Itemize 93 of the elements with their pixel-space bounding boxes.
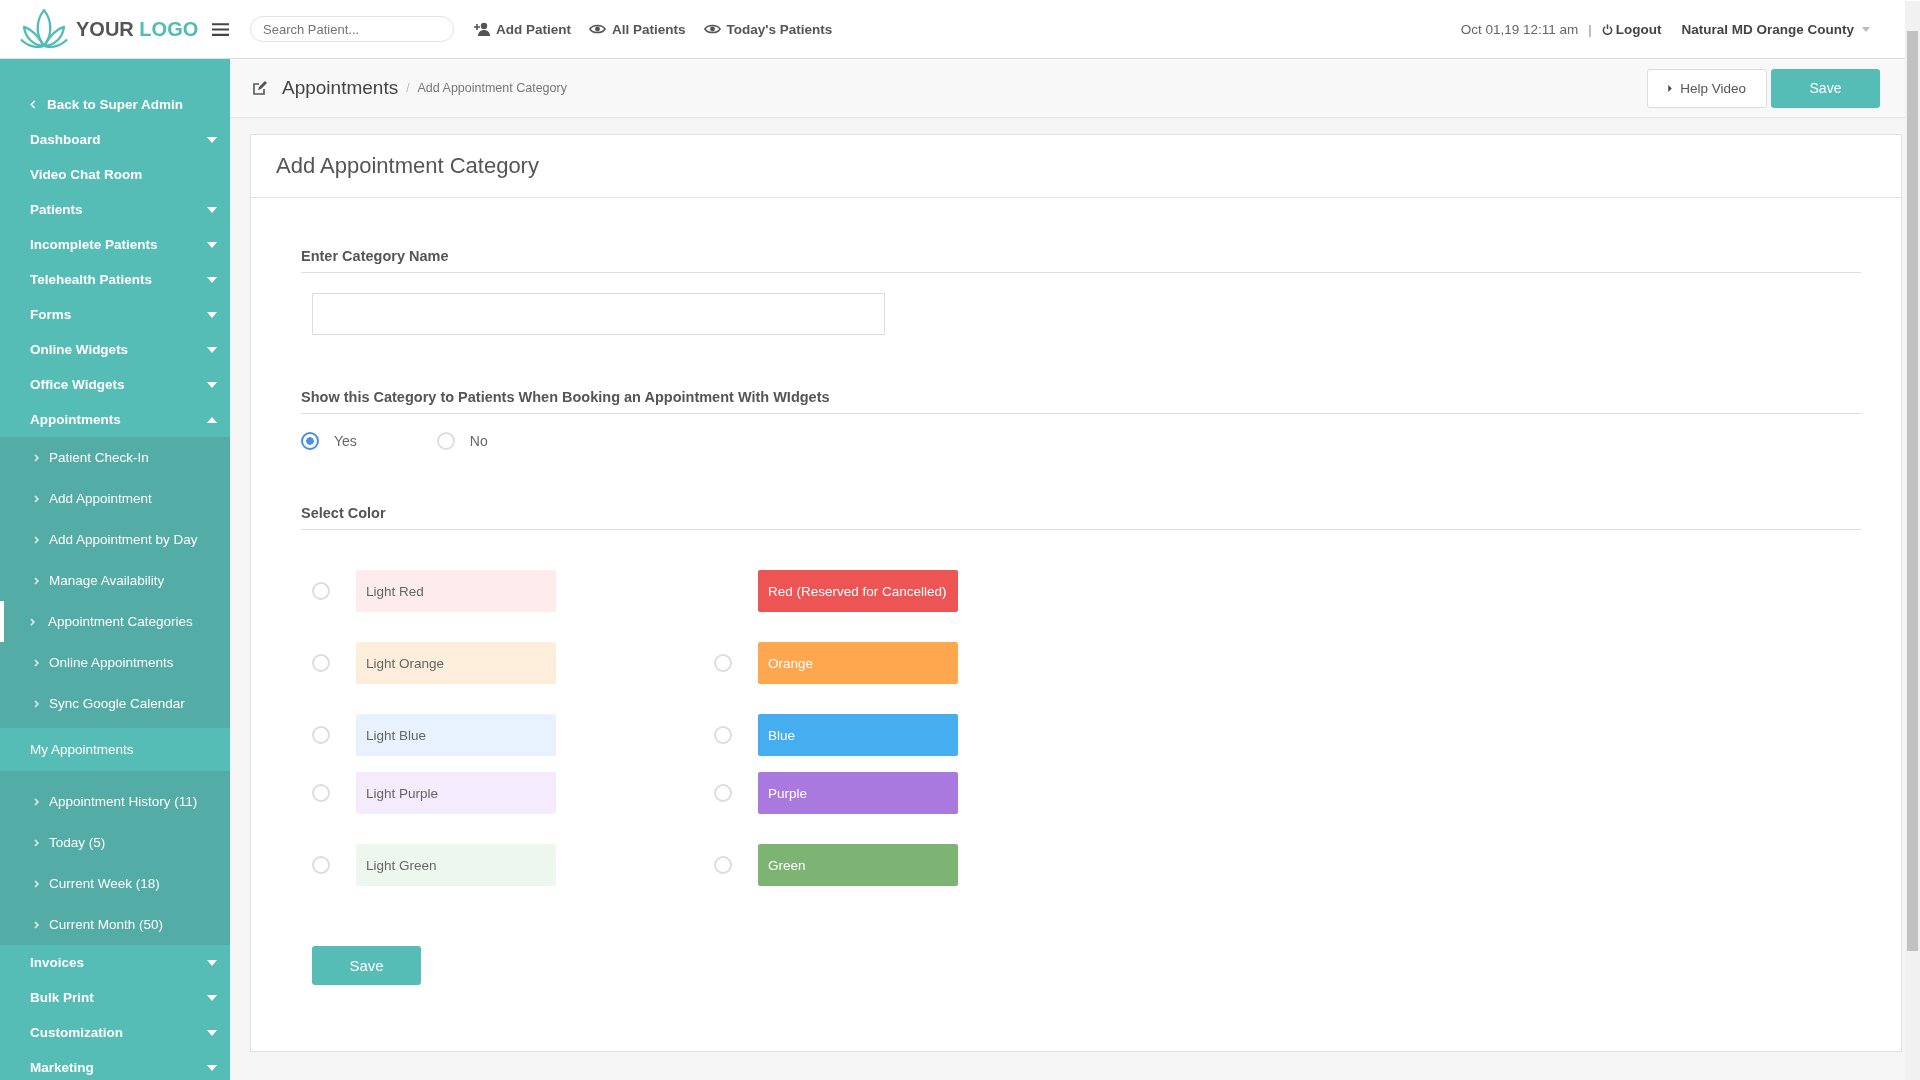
radio-label: No	[469, 433, 488, 449]
submenu-item[interactable]: Current Month (50)	[0, 904, 230, 945]
logout-link[interactable]: Logout	[1601, 21, 1662, 37]
sidebar-item[interactable]: Bulk Print	[0, 980, 230, 1015]
sidebar-item[interactable]: Customization	[0, 1015, 230, 1050]
sidebar-item[interactable]: Office Widgets	[0, 367, 230, 402]
search-field[interactable]: Search Patient...	[250, 16, 454, 42]
chevron-left-icon	[30, 100, 36, 109]
menu-icon[interactable]	[212, 22, 230, 36]
chevron-right-icon	[34, 494, 39, 503]
caret-down-icon	[207, 1064, 217, 1071]
caret-down-icon	[207, 1029, 217, 1036]
section-label: Show this Category to Patients When Booking an Appointment With WIdgets	[301, 389, 1861, 414]
account-dropdown[interactable]: Natural MD Orange County	[1681, 21, 1870, 37]
page-title: Appointments	[282, 77, 399, 99]
caret-up-icon	[207, 416, 217, 423]
sidebar-item[interactable]: Marketing	[0, 1050, 230, 1080]
sidebar-heading[interactable]: My Appointments	[0, 728, 230, 771]
sidebar-item[interactable]: Telehealth Patients	[0, 262, 230, 297]
chevron-right-icon	[34, 535, 39, 544]
color-swatch: Purple	[758, 772, 958, 814]
caret-down-icon	[207, 136, 217, 143]
eye-icon	[703, 23, 721, 35]
chevron-right-icon	[34, 920, 39, 929]
sidebar-item[interactable]: Forms	[0, 297, 230, 332]
submenu-item[interactable]: Add Appointment by Day	[0, 519, 230, 560]
date-time: Oct 01,19 12:11 am	[1460, 21, 1579, 37]
color-swatch: Orange	[758, 642, 958, 684]
submenu-item[interactable]: Manage Availability	[0, 560, 230, 601]
sidebar-item[interactable]: Online Widgets	[0, 332, 230, 367]
color-swatch: Light Green	[356, 844, 556, 886]
nav-link[interactable]: Add Patient	[474, 21, 571, 37]
color-swatch: Light Blue	[356, 714, 556, 756]
sidebar-item[interactable]: Video Chat Room	[0, 157, 230, 192]
edit-icon	[252, 80, 268, 96]
save-button[interactable]: Save	[1771, 68, 1880, 108]
submenu-item[interactable]: Appointment Categories	[0, 601, 230, 642]
help-video-button[interactable]: Help Video	[1647, 68, 1767, 108]
nav-link[interactable]: Today's Patients	[703, 21, 833, 37]
radio-button[interactable]	[301, 432, 319, 450]
color-swatch: Blue	[758, 714, 958, 756]
submenu-item[interactable]: Appointment History (11)	[0, 781, 230, 822]
chevron-right-icon	[30, 617, 35, 626]
sidebar-item[interactable]: Invoices	[0, 945, 230, 980]
chevron-right-icon	[34, 699, 39, 708]
power-icon	[1601, 23, 1613, 35]
submenu-item[interactable]: Add Appointment	[0, 478, 230, 519]
caret-down-icon	[207, 311, 217, 318]
eye-icon	[589, 23, 606, 35]
color-swatch: Red (Reserved for Cancelled)	[758, 570, 958, 612]
submenu-item[interactable]: Online Appointments	[0, 642, 230, 683]
color-swatch: Green	[758, 844, 958, 886]
section-label: Enter Category Name	[301, 248, 1861, 273]
color-swatch: Light Orange	[356, 642, 556, 684]
caret-down-icon	[207, 241, 217, 248]
submenu-item[interactable]: Today (5)	[0, 822, 230, 863]
sidebar-item[interactable]: Back to Super Admin	[0, 87, 230, 122]
logo-text: YOUR LOGO	[76, 17, 199, 41]
add-user-icon	[474, 22, 490, 36]
caret-icon	[1862, 26, 1870, 32]
chevron-right-icon	[34, 576, 39, 585]
caret-down-icon	[207, 346, 217, 353]
chevron-right-icon	[34, 838, 39, 847]
caret-down-icon	[207, 206, 217, 213]
chevron-right-icon	[34, 879, 39, 888]
caret-down-icon	[207, 994, 217, 1001]
caret-down-icon	[207, 959, 217, 966]
caret-down-icon	[207, 381, 217, 388]
section-label: Select Color	[301, 505, 1861, 530]
sidebar-item[interactable]: Appointments	[0, 402, 230, 437]
color-swatch: Light Purple	[356, 772, 556, 814]
category-name-field[interactable]	[312, 293, 885, 335]
color-swatch: Light Red	[356, 570, 556, 612]
sidebar-item[interactable]: Incomplete Patients	[0, 227, 230, 262]
breadcrumb-separator: /	[406, 81, 410, 95]
save-button[interactable]: Save	[312, 946, 421, 985]
chevron-right-icon	[34, 658, 39, 667]
separator: |	[1588, 21, 1592, 37]
chevron-right-icon	[34, 797, 39, 806]
lotus-logo-icon	[18, 8, 70, 50]
radio-label: Yes	[334, 433, 357, 449]
card-title: Add Appointment Category	[251, 135, 1901, 198]
sidebar-item[interactable]: Patients	[0, 192, 230, 227]
chevron-right-icon	[34, 453, 39, 462]
submenu-item[interactable]: Sync Google Calendar	[0, 683, 230, 724]
submenu-item[interactable]: Patient Check-In	[0, 437, 230, 478]
breadcrumb: Add Appointment Category	[417, 81, 567, 95]
play-icon	[1668, 84, 1673, 92]
caret-down-icon	[207, 276, 217, 283]
nav-link[interactable]: All Patients	[589, 21, 686, 37]
sidebar-item[interactable]: Dashboard	[0, 122, 230, 157]
scrollbar[interactable]	[1905, 1, 1920, 1080]
submenu-item[interactable]: Current Week (18)	[0, 863, 230, 904]
